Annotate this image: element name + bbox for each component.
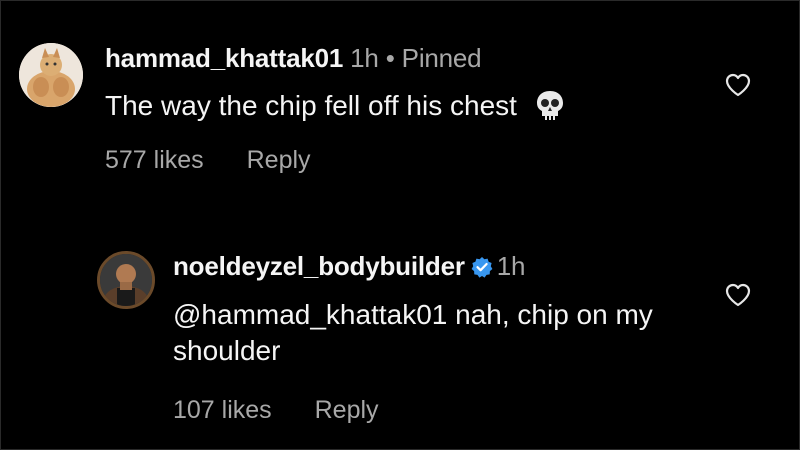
likes-count[interactable]: 107 likes [173, 396, 272, 424]
likes-count[interactable]: 577 likes [105, 146, 204, 174]
comment-meta: 577 likes Reply [105, 146, 311, 175]
avatar-image [19, 43, 83, 107]
timestamp: 1h [350, 43, 379, 73]
like-heart-icon[interactable] [725, 283, 751, 312]
verified-badge-icon [471, 254, 493, 284]
comments-panel: hammad_khattak01 1h • Pinned The way the… [0, 0, 800, 450]
comment-text-line-2: shoulder [173, 335, 281, 366]
avatar[interactable] [97, 251, 155, 309]
username[interactable]: hammad_khattak01 [105, 43, 343, 73]
reply-button[interactable]: Reply [315, 396, 379, 424]
timestamp: 1h [496, 251, 526, 281]
comment-text-line-1: @hammad_khattak01 nah, chip on my [173, 299, 653, 330]
pinned-label: Pinned [401, 43, 482, 73]
comment-text: @hammad_khattak01 nah, chip on my should… [173, 297, 653, 369]
comment-header: hammad_khattak01 1h • Pinned [105, 43, 482, 73]
comment-text: The way the chip fell off his chest [105, 88, 565, 130]
username[interactable]: noeldeyzel_bodybuilder [173, 251, 465, 281]
separator-dot: • [385, 43, 395, 73]
comment-header: noeldeyzel_bodybuilder 1h [173, 251, 526, 284]
avatar[interactable] [19, 43, 83, 107]
like-heart-icon[interactable] [725, 73, 751, 102]
comment-meta: 107 likes Reply [173, 396, 379, 425]
comment-text-content: The way the chip fell off his chest [105, 90, 517, 121]
avatar-image [100, 254, 152, 306]
skull-icon [535, 89, 565, 130]
reply-button[interactable]: Reply [247, 146, 311, 174]
